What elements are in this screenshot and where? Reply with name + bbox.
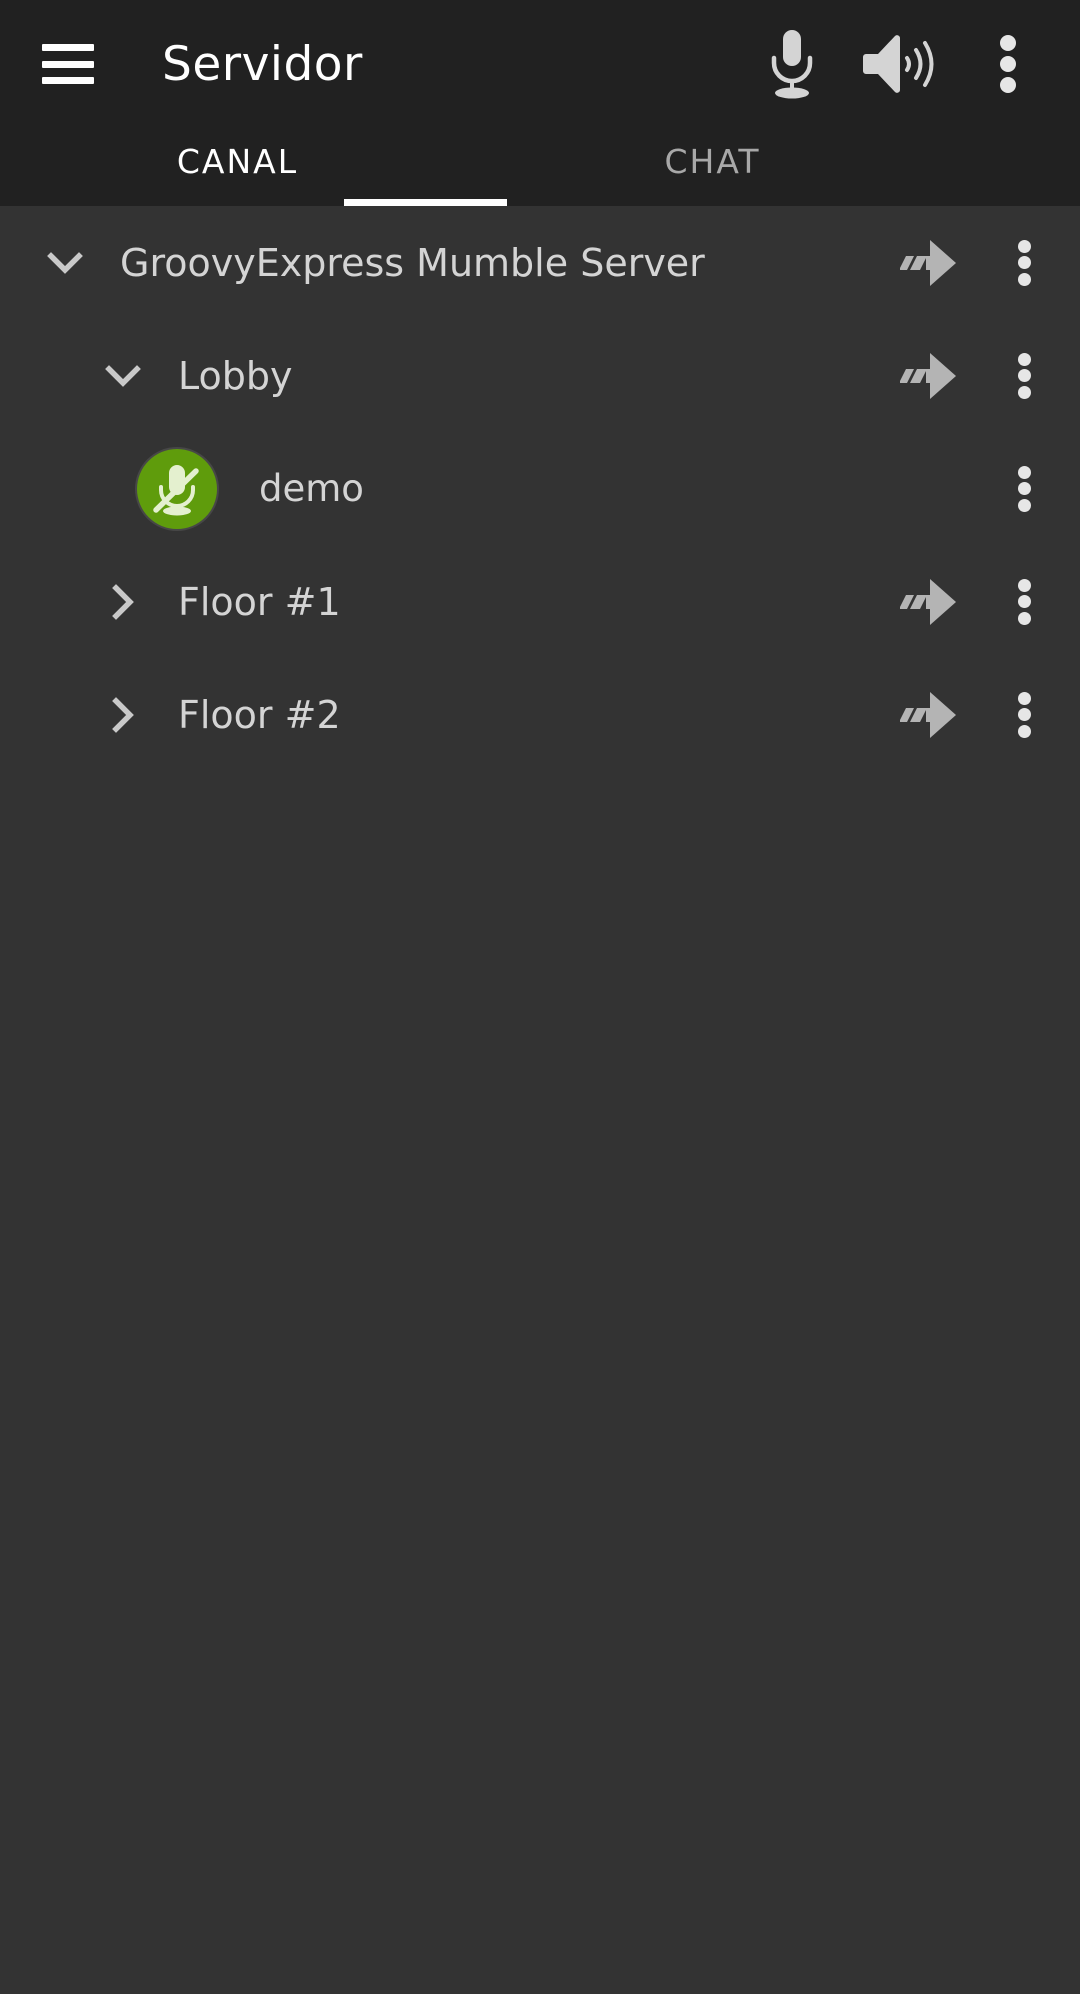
chevron-right-icon[interactable]: [94, 573, 152, 631]
speaker-icon: [862, 31, 938, 97]
row-overflow-button[interactable]: [982, 554, 1066, 650]
overflow-menu-icon: [1017, 239, 1031, 286]
hamburger-bar: [42, 60, 94, 68]
overflow-menu-icon: [1017, 578, 1031, 625]
hamburger-bar: [42, 44, 94, 51]
row-overflow-button[interactable]: [982, 328, 1066, 424]
chevron-down-icon[interactable]: [94, 347, 152, 405]
channel-row-lobby[interactable]: Lobby: [0, 319, 1080, 432]
channel-row-floor-2[interactable]: Floor #2: [0, 658, 1080, 771]
hamburger-menu-icon[interactable]: [42, 44, 94, 84]
join-channel-button[interactable]: [886, 215, 982, 311]
channel-row-floor-1[interactable]: Floor #1: [0, 545, 1080, 658]
hamburger-bar: [42, 77, 94, 84]
overflow-menu-icon: [1017, 691, 1031, 738]
channel-row-server[interactable]: GroovyExpress Mumble Server: [0, 206, 1080, 319]
overflow-menu-button[interactable]: [954, 10, 1062, 118]
overflow-menu-icon: [1017, 352, 1031, 399]
chevron-right-icon[interactable]: [94, 686, 152, 744]
row-actions: [886, 441, 1080, 537]
row-actions: [886, 215, 1080, 311]
channel-name: Floor #2: [178, 692, 341, 737]
chevron-down-icon[interactable]: [36, 234, 94, 292]
overflow-menu-icon: [1000, 35, 1016, 93]
tab-bar: CANAL CHAT: [0, 128, 1080, 206]
channel-tree: GroovyExpress Mumble Server Lobby demo F…: [0, 206, 1080, 1994]
microphone-icon: [764, 28, 820, 100]
tab-canal-label: CANAL: [176, 142, 299, 181]
tab-chat-label: CHAT: [664, 142, 761, 181]
app-bar-actions: [738, 10, 1080, 118]
app-bar: Servidor: [0, 0, 1080, 128]
row-overflow-button[interactable]: [982, 667, 1066, 763]
page-title: Servidor: [162, 36, 363, 92]
speaker-button[interactable]: [846, 10, 954, 118]
overflow-menu-icon: [1017, 465, 1031, 512]
tab-strip[interactable]: CANAL CHAT: [0, 128, 1080, 206]
join-channel-button[interactable]: [886, 667, 982, 763]
row-actions: [886, 328, 1080, 424]
user-name: demo: [259, 467, 364, 510]
tab-chat[interactable]: CHAT: [475, 128, 950, 206]
microphone-button[interactable]: [738, 10, 846, 118]
join-channel-button[interactable]: [886, 554, 982, 650]
row-overflow-button[interactable]: [982, 215, 1066, 311]
tab-active-indicator: [344, 199, 507, 206]
row-actions: [886, 667, 1080, 763]
avatar[interactable]: [137, 448, 217, 529]
row-overflow-button[interactable]: [982, 441, 1066, 537]
channel-name: Lobby: [178, 353, 293, 398]
user-row-demo[interactable]: demo: [0, 432, 1080, 545]
channel-name: GroovyExpress Mumble Server: [120, 240, 705, 285]
row-actions: [886, 554, 1080, 650]
channel-name: Floor #1: [178, 579, 341, 624]
tab-canal[interactable]: CANAL: [0, 128, 475, 206]
join-channel-button[interactable]: [886, 328, 982, 424]
